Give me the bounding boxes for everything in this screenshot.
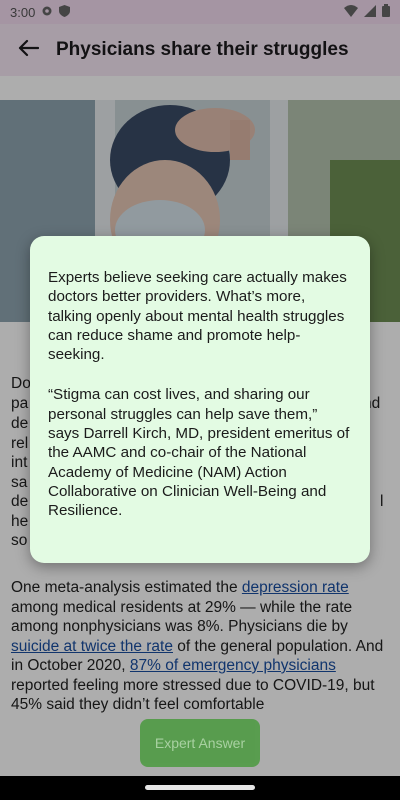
dialog-paragraph: Experts believe seeking care actually ma…: [48, 269, 347, 364]
expert-answer-button[interactable]: Expert Answer: [140, 719, 260, 767]
dialog-paragraph: “Stigma can cost lives, and sharing our …: [48, 386, 350, 520]
home-gesture-handle[interactable]: [145, 785, 255, 790]
expert-answer-dialog: Experts believe seeking care actually ma…: [30, 236, 370, 563]
